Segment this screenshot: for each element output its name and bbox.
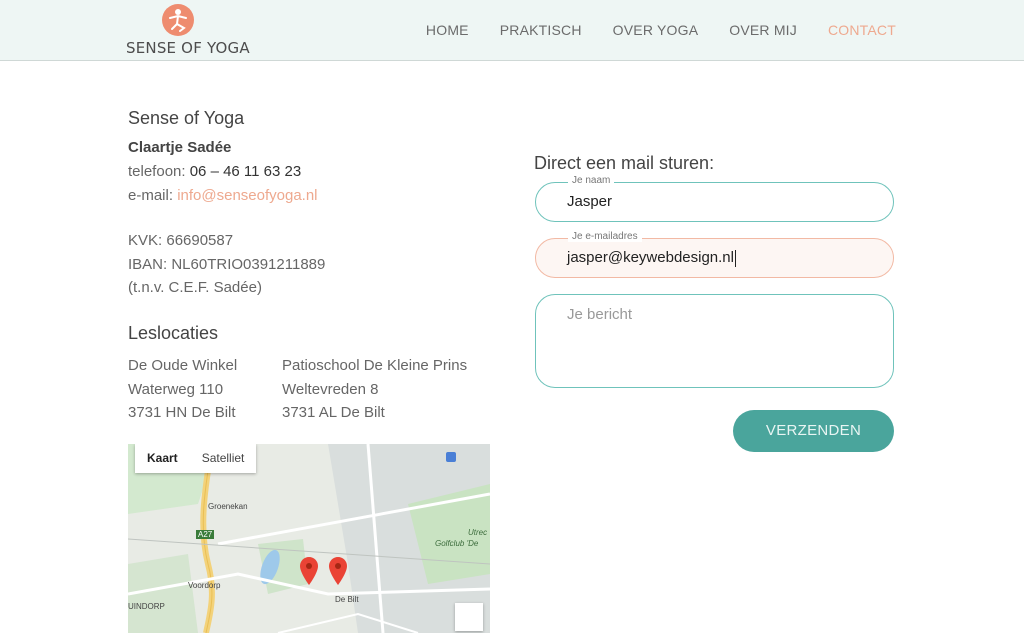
iban-line: IBAN: NL60TRIO0391211889	[128, 256, 326, 273]
tab-map[interactable]: Kaart	[135, 444, 190, 473]
map-label-groenekan: Groenekan	[208, 502, 248, 511]
location-city: 3731 HN De Bilt	[128, 404, 236, 421]
logo-text: SENSE OF YOGA	[126, 39, 250, 57]
email-line: e-mail: info@senseofyoga.nl	[128, 187, 318, 204]
message-field[interactable]: Je bericht	[535, 294, 894, 388]
nav-praktisch[interactable]: PRAKTISCH	[500, 22, 582, 38]
name-field-label: Je naam	[568, 175, 615, 186]
company-heading: Sense of Yoga	[128, 108, 245, 128]
email-field[interactable]: Je e-mailadres jasper@keywebdesign.nl	[535, 231, 894, 278]
location-1: De Oude Winkel Waterweg 110 3731 HN De B…	[128, 354, 237, 425]
location-street: Weltevreden 8	[282, 380, 379, 398]
site-header: SENSE OF YOGA HOME PRAKTISCH OVER YOGA O…	[0, 0, 1024, 61]
location-city: 3731 AL De Bilt	[282, 404, 385, 421]
message-placeholder: Je bericht	[567, 306, 633, 323]
locations-heading: Leslocaties	[128, 323, 219, 343]
map-pin-icon[interactable]	[300, 557, 318, 590]
phone-line: telefoon: 06 – 46 11 63 23	[128, 163, 301, 180]
map-label-uindorp: UINDORP	[128, 602, 165, 611]
map-label-voordorp: Voordorp	[188, 581, 221, 590]
email-label: e-mail:	[128, 187, 178, 204]
yoga-figure-icon	[162, 4, 194, 36]
contact-name: Claartje Sadée	[128, 139, 232, 156]
location-name: De Oude Winkel	[128, 357, 238, 374]
email-field-value: jasper@keywebdesign.nl	[567, 249, 736, 267]
text-caret	[735, 249, 736, 267]
kvk-line: KVK: 66690587	[128, 232, 234, 249]
submit-button[interactable]: VERZENDEN	[733, 410, 894, 452]
tab-satellite[interactable]: Satelliet	[190, 444, 257, 473]
nav-over-mij[interactable]: OVER MIJ	[729, 22, 797, 38]
map-type-tabs: Kaart Satelliet	[135, 444, 257, 473]
map-label-golfclub: Golfclub 'De	[435, 539, 479, 548]
map-pin-icon[interactable]	[329, 557, 347, 590]
map-label-debilt: De Bilt	[335, 595, 359, 604]
tnv-line: (t.n.v. C.E.F. Sadée)	[128, 279, 262, 296]
nav-contact[interactable]: CONTACT	[828, 22, 896, 38]
map-fullscreen-control[interactable]	[455, 603, 483, 631]
location-street: Waterweg 110	[128, 380, 224, 398]
location-2: Patioschool De Kleine Prins Weltevreden …	[282, 354, 467, 425]
name-field-value: Jasper	[567, 193, 613, 210]
email-field-text: jasper@keywebdesign.nl	[567, 249, 734, 266]
google-map[interactable]: Kaart Satelliet Groenekan Voordorp De Bi…	[128, 444, 490, 633]
phone-number: 06 – 46 11 63 23	[189, 163, 302, 180]
email-field-label: Je e-mailadres	[568, 231, 642, 242]
map-label-utrec: Utrec	[468, 528, 488, 537]
nav-over-yoga[interactable]: OVER YOGA	[613, 22, 699, 38]
main-nav: HOME PRAKTISCH OVER YOGA OVER MIJ CONTAC…	[426, 22, 896, 38]
name-field[interactable]: Je naam Jasper	[535, 175, 894, 222]
nav-home[interactable]: HOME	[426, 22, 469, 38]
phone-label: telefoon:	[128, 163, 190, 180]
map-label-a27: A27	[196, 530, 215, 539]
logo[interactable]: SENSE OF YOGA	[126, 4, 250, 58]
email-link[interactable]: info@senseofyoga.nl	[177, 187, 317, 204]
location-name: Patioschool De Kleine Prins	[282, 357, 468, 374]
form-title: Direct een mail sturen:	[534, 153, 715, 173]
